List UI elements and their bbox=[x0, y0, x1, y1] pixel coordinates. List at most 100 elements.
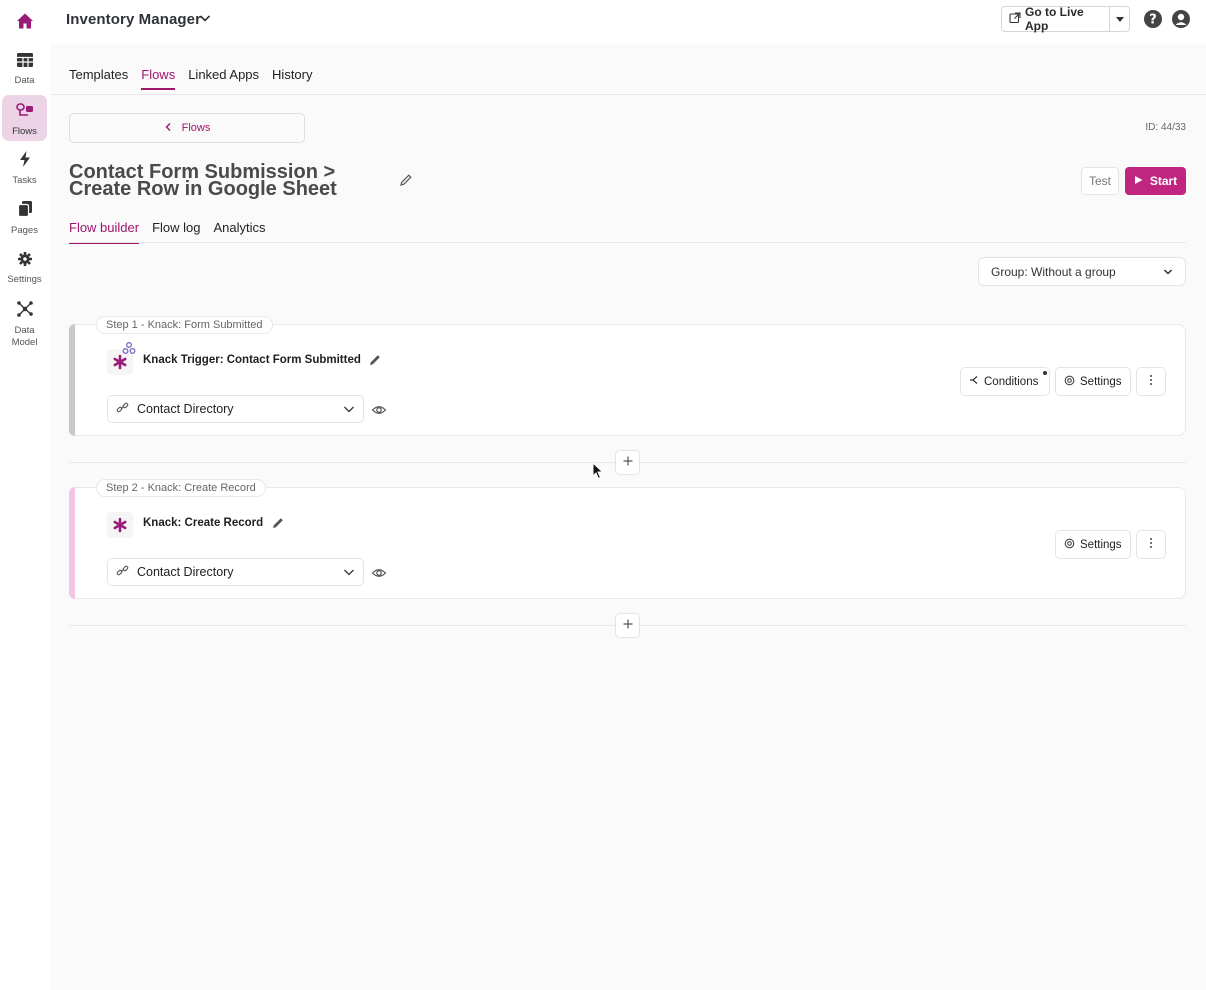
back-label: Flows bbox=[181, 122, 211, 134]
pencil-icon[interactable] bbox=[368, 353, 382, 367]
sidebar-item-label: Data bbox=[14, 75, 35, 86]
bolt-icon bbox=[17, 150, 33, 175]
settings-button[interactable]: Settings bbox=[1055, 530, 1131, 559]
kebab-icon bbox=[1149, 536, 1153, 554]
start-label: Start bbox=[1149, 174, 1178, 188]
step-name: Knack Trigger: Contact Form Submitted bbox=[143, 354, 361, 366]
add-step-button[interactable] bbox=[615, 450, 640, 475]
step-label: Step 2 - Knack: Create Record bbox=[96, 479, 266, 497]
caret-down-icon bbox=[1115, 10, 1125, 28]
add-step-row bbox=[69, 613, 1186, 638]
chevron-down-icon bbox=[343, 565, 355, 579]
settings-label: Settings bbox=[1080, 538, 1122, 551]
help-icon[interactable]: ? bbox=[1143, 9, 1163, 29]
eye-icon[interactable] bbox=[371, 565, 387, 581]
plus-icon bbox=[622, 454, 634, 472]
table-icon bbox=[16, 52, 34, 75]
sidebar-item-label: Flows bbox=[12, 126, 37, 137]
sidebar-item-flows[interactable]: Flows bbox=[2, 95, 47, 141]
connection-value: Contact Directory bbox=[137, 402, 234, 416]
tab-templates[interactable]: Templates bbox=[69, 67, 128, 90]
webhook-icon bbox=[122, 341, 136, 360]
add-step-button[interactable] bbox=[615, 613, 640, 638]
pencil-icon[interactable] bbox=[399, 173, 413, 187]
more-options-button[interactable] bbox=[1136, 530, 1166, 559]
go-to-live-app-label: Go to Live App bbox=[1025, 5, 1084, 33]
tab-history[interactable]: History bbox=[272, 67, 312, 90]
settings-icon bbox=[1064, 538, 1075, 552]
chevron-down-icon[interactable] bbox=[197, 10, 215, 28]
sidebar-item-label: Pages bbox=[11, 225, 38, 236]
settings-label: Settings bbox=[1080, 375, 1122, 388]
svg-text:?: ? bbox=[1149, 13, 1157, 28]
back-to-flows-button[interactable]: Flows bbox=[69, 113, 305, 143]
conditions-button[interactable]: Conditions bbox=[960, 367, 1050, 396]
chevron-down-icon bbox=[343, 402, 355, 416]
plus-icon bbox=[622, 617, 634, 635]
tabs-divider bbox=[50, 94, 1206, 95]
sidebar-item-label: Data Model bbox=[11, 325, 38, 348]
mouse-cursor-icon bbox=[592, 461, 604, 480]
add-step-row bbox=[69, 450, 1186, 475]
step-label: Step 1 - Knack: Form Submitted bbox=[96, 316, 273, 334]
step-accent-bar bbox=[69, 487, 75, 599]
tab-flow-builder[interactable]: Flow builder bbox=[69, 220, 140, 244]
pencil-icon[interactable] bbox=[271, 516, 285, 530]
group-select[interactable]: Group: Without a group bbox=[978, 257, 1186, 286]
group-select-value: Group: Without a group bbox=[991, 264, 1116, 279]
tab-flow-log[interactable]: Flow log bbox=[152, 220, 200, 244]
connection-value: Contact Directory bbox=[137, 565, 234, 579]
sidebar-item-label: Tasks bbox=[12, 175, 37, 186]
gear-icon bbox=[17, 251, 33, 274]
start-button[interactable]: Start bbox=[1125, 167, 1186, 195]
top-bar: Inventory Manager Go to Live App ? bbox=[0, 0, 1206, 44]
sidebar-item-settings[interactable]: Settings bbox=[2, 251, 47, 291]
main-content: Templates Flows Linked Apps History Flow… bbox=[50, 44, 1206, 990]
eye-icon[interactable] bbox=[371, 402, 387, 418]
user-avatar-icon[interactable] bbox=[1171, 9, 1191, 29]
conditions-label: Conditions bbox=[984, 375, 1039, 388]
play-icon bbox=[1134, 174, 1143, 188]
subtabs-divider bbox=[69, 242, 1186, 243]
pages-icon bbox=[17, 200, 33, 225]
connection-select[interactable]: Contact Directory bbox=[107, 558, 364, 586]
flow-subtabs: Flow builder Flow log Analytics bbox=[69, 220, 279, 244]
go-to-live-app-button[interactable]: Go to Live App bbox=[1002, 5, 1110, 33]
chevron-down-icon bbox=[1163, 265, 1173, 279]
tab-linked-apps[interactable]: Linked Apps bbox=[188, 67, 259, 90]
knack-icon bbox=[107, 512, 133, 538]
chevron-left-icon bbox=[164, 122, 172, 135]
settings-icon bbox=[1064, 375, 1075, 389]
step-accent-bar bbox=[69, 324, 75, 436]
tab-analytics[interactable]: Analytics bbox=[214, 220, 266, 244]
home-icon[interactable] bbox=[12, 8, 38, 34]
app-title[interactable]: Inventory Manager bbox=[66, 11, 201, 28]
link-icon bbox=[116, 401, 129, 417]
left-sidebar: Data Flows Tasks Pages Settings Data Mod… bbox=[0, 44, 50, 990]
sidebar-item-label: Settings bbox=[7, 274, 42, 285]
test-button[interactable]: Test bbox=[1081, 167, 1119, 195]
sidebar-item-pages[interactable]: Pages bbox=[2, 200, 47, 240]
tab-flows[interactable]: Flows bbox=[141, 67, 176, 90]
sidebar-item-data[interactable]: Data bbox=[2, 52, 47, 90]
external-link-icon bbox=[1009, 11, 1021, 27]
live-app-dropdown[interactable] bbox=[1110, 7, 1129, 31]
data-model-icon bbox=[16, 300, 34, 325]
step-name: Knack: Create Record bbox=[143, 517, 264, 529]
more-options-button[interactable] bbox=[1136, 367, 1166, 396]
flows-icon bbox=[15, 103, 34, 126]
sidebar-item-tasks[interactable]: Tasks bbox=[2, 150, 47, 190]
top-tabs: Templates Flows Linked Apps History bbox=[69, 67, 326, 90]
live-app-group: Go to Live App bbox=[1001, 5, 1130, 33]
step-card: Step 2 - Knack: Create Record Knack: Cre… bbox=[69, 479, 1186, 599]
link-icon bbox=[116, 564, 129, 580]
connection-select[interactable]: Contact Directory bbox=[107, 395, 364, 423]
status-dot bbox=[1043, 371, 1047, 375]
sidebar-item-data-model[interactable]: Data Model bbox=[2, 300, 47, 350]
flow-id: ID: 44/33 bbox=[1145, 122, 1186, 133]
kebab-icon bbox=[1149, 373, 1153, 391]
page-title: Contact Form Submission > Create Row in … bbox=[69, 161, 337, 200]
branch-icon bbox=[969, 375, 979, 388]
step-card: Step 1 - Knack: Form Submitted Knack Tri… bbox=[69, 316, 1186, 436]
settings-button[interactable]: Settings bbox=[1055, 367, 1131, 396]
